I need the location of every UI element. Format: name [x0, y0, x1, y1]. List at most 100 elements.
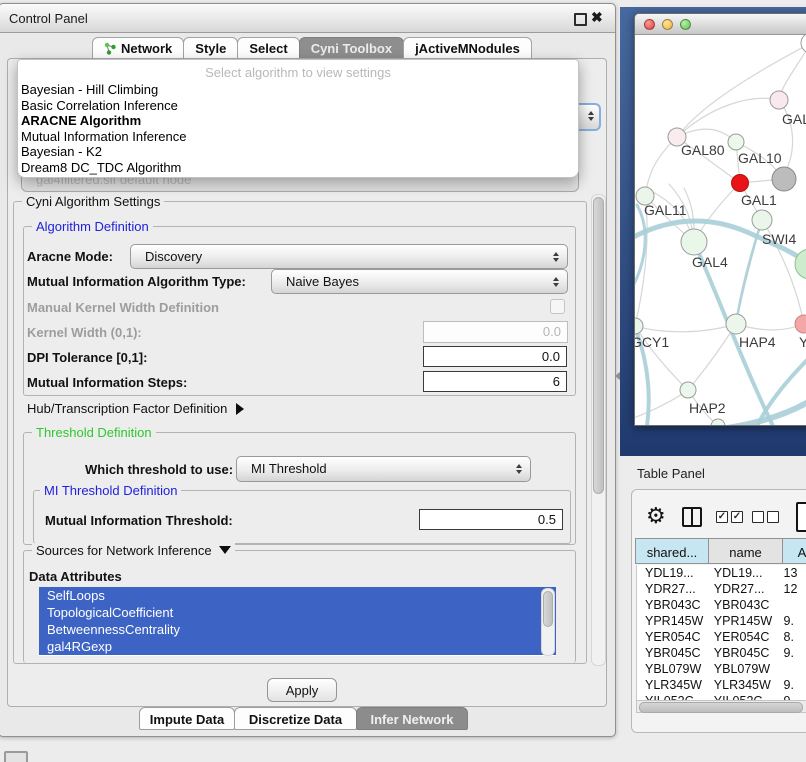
checked-checkbox-icon[interactable]: ✓: [731, 511, 743, 523]
algorithm-option[interactable]: Basic Correlation Inference: [18, 98, 578, 114]
network-canvas[interactable]: GALGAL80GAL10GAL1GAL11SWI4GAL4GCY1HAP4YH…: [635, 35, 806, 425]
table-cell[interactable]: YER054C: [706, 629, 776, 645]
table-column-header[interactable]: A: [782, 538, 806, 564]
network-node[interactable]: [711, 419, 725, 425]
mi-threshold-field[interactable]: 0.5: [419, 509, 563, 530]
attribute-item[interactable]: BetweennessCentrality: [39, 621, 556, 638]
network-window-titlebar[interactable]: [635, 14, 806, 35]
table-cell[interactable]: YDR27...: [706, 581, 776, 597]
attribute-list-scrollbar-thumb[interactable]: [543, 591, 553, 627]
table-cell[interactable]: YLR345W: [706, 677, 776, 693]
network-node[interactable]: [732, 175, 749, 192]
table-row[interactable]: YBL079WYBL079W: [637, 661, 806, 677]
table-cell[interactable]: YDR27...: [637, 581, 706, 597]
minimize-traffic-light[interactable]: [662, 19, 673, 30]
data-attributes-list[interactable]: SelfLoopsTopologicalCoefficientBetweenne…: [39, 587, 556, 656]
manual-kernel-checkbox[interactable]: [550, 299, 565, 314]
table-row[interactable]: YPR145WYPR145W9.: [637, 613, 806, 629]
attribute-list-scrollbar-track[interactable]: [541, 588, 555, 656]
table-cell[interactable]: 12: [776, 581, 806, 597]
which-threshold-combo[interactable]: MI Threshold: [236, 456, 531, 482]
table-cell[interactable]: YBR045C: [706, 645, 776, 661]
table-cell[interactable]: 9.: [776, 677, 806, 693]
table-row[interactable]: YLR345WYLR345W9.: [637, 677, 806, 693]
table-cell[interactable]: YBR043C: [637, 597, 706, 613]
algorithm-option[interactable]: Bayesian - Hill Climbing: [18, 82, 578, 98]
tab-impute-data[interactable]: Impute Data: [139, 707, 235, 730]
close-traffic-light[interactable]: [644, 19, 655, 30]
table-cell[interactable]: YDL19...: [706, 565, 776, 581]
table-cell[interactable]: YIL052C: [637, 693, 706, 700]
network-node[interactable]: [795, 315, 806, 333]
network-node[interactable]: [680, 382, 696, 398]
table-cell[interactable]: 13: [776, 565, 806, 581]
table-cell[interactable]: 9: [776, 693, 806, 700]
table-cell[interactable]: YBR043C: [706, 597, 776, 613]
table-cell[interactable]: YDL19...: [637, 565, 706, 581]
table-cell[interactable]: 9.: [776, 645, 806, 661]
table-cell[interactable]: YPR145W: [637, 613, 706, 629]
table-cell[interactable]: 8.: [776, 629, 806, 645]
zoom-traffic-light[interactable]: [680, 19, 691, 30]
table-column-header[interactable]: shared...: [635, 538, 709, 564]
mi-type-combo[interactable]: Naive Bayes: [271, 269, 568, 294]
columns-icon[interactable]: [682, 507, 702, 527]
dpi-tolerance-field[interactable]: 0.0: [423, 346, 567, 367]
algorithm-option[interactable]: Bayesian - K2: [18, 144, 578, 160]
network-node[interactable]: [728, 134, 744, 150]
table-row[interactable]: YDR27...YDR27...12: [637, 581, 806, 597]
network-node[interactable]: [770, 91, 788, 109]
network-node[interactable]: [726, 314, 746, 334]
checked-checkbox-icon[interactable]: ✓: [716, 511, 728, 523]
file-icon[interactable]: [796, 502, 806, 532]
network-edge[interactable]: [635, 324, 736, 332]
table-cell[interactable]: YER054C: [637, 629, 706, 645]
table-cell[interactable]: [776, 661, 806, 677]
table-row[interactable]: YDL19...YDL19...13: [637, 565, 806, 581]
algorithm-option[interactable]: Mutual Information Inference: [18, 129, 578, 145]
attribute-item[interactable]: gal4RGexp: [39, 638, 556, 655]
network-edge[interactable]: [779, 43, 806, 99]
attribute-item[interactable]: TopologicalCoefficient: [39, 604, 556, 621]
network-node[interactable]: [752, 210, 772, 230]
collapse-down-icon[interactable]: [219, 546, 231, 554]
float-window-icon[interactable]: [574, 13, 587, 26]
table-cell[interactable]: YPR145W: [706, 613, 776, 629]
apply-button[interactable]: Apply: [267, 678, 337, 702]
table-row[interactable]: YBR045CYBR045C9.: [637, 645, 806, 661]
settings-scrollbar-track[interactable]: [591, 194, 606, 666]
expand-right-icon[interactable]: [236, 403, 244, 415]
table-cell[interactable]: 9.: [776, 613, 806, 629]
table-hscrollbar-thumb[interactable]: [639, 702, 803, 713]
table-hscrollbar-track[interactable]: [636, 700, 806, 713]
tab-infer-network[interactable]: Infer Network: [356, 707, 468, 730]
network-node[interactable]: [801, 35, 806, 53]
table-row[interactable]: YER054CYER054C8.: [637, 629, 806, 645]
network-node[interactable]: [681, 229, 707, 255]
algorithm-option[interactable]: Dream8 DC_TDC Algorithm: [18, 160, 578, 176]
attribute-item[interactable]: SelfLoops: [39, 587, 556, 604]
network-edge[interactable]: [688, 324, 736, 390]
algorithm-combo-arrow-button[interactable]: [577, 103, 601, 131]
table-column-header[interactable]: name: [708, 538, 783, 564]
tab-discretize-data[interactable]: Discretize Data: [234, 707, 357, 730]
table-cell[interactable]: YIL052C: [706, 693, 776, 700]
table-cell[interactable]: YLR345W: [637, 677, 706, 693]
table-cell[interactable]: [776, 597, 806, 613]
settings-scrollbar-thumb[interactable]: [593, 197, 604, 494]
aracne-mode-combo[interactable]: Discovery: [130, 244, 568, 269]
hub-definition-toggle[interactable]: Hub/Transcription Factor Definition: [27, 401, 244, 416]
table-cell[interactable]: YBL079W: [706, 661, 776, 677]
network-node[interactable]: [635, 318, 643, 334]
table-row[interactable]: YIL052CYIL052C9: [637, 693, 806, 700]
table-row[interactable]: YBR043CYBR043C: [637, 597, 806, 613]
unchecked-checkbox-icon[interactable]: [767, 511, 779, 523]
control-panel-titlebar[interactable]: Control Panel ✖: [0, 4, 615, 33]
gear-icon[interactable]: ⚙: [646, 503, 666, 529]
mi-steps-field[interactable]: 6: [423, 371, 567, 392]
network-node[interactable]: [772, 167, 796, 191]
close-icon[interactable]: ✖: [591, 9, 603, 26]
network-edge[interactable]: [635, 390, 688, 422]
kernel-width-field[interactable]: 0.0: [423, 321, 568, 343]
minimized-panel-icon[interactable]: [4, 751, 28, 762]
